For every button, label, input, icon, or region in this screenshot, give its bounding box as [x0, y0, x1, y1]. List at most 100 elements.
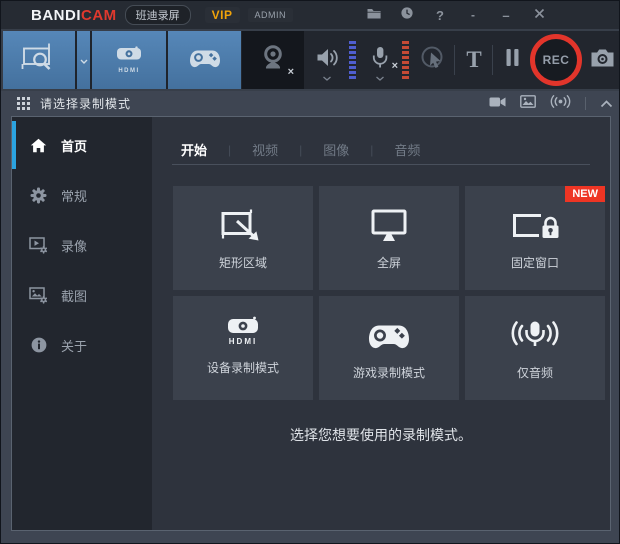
- logo-text-cam: CAM: [81, 7, 117, 24]
- webcam-overlay-button[interactable]: ×: [242, 31, 304, 89]
- help-button[interactable]: ?: [432, 5, 448, 25]
- video-capture-icon[interactable]: [489, 95, 506, 113]
- fullscreen-monitor-icon: [366, 207, 412, 245]
- tab-image[interactable]: 图像: [315, 140, 357, 159]
- vip-badge[interactable]: VIP: [205, 7, 240, 23]
- camera-icon: [590, 48, 615, 73]
- sidebar-item-label: 截图: [61, 286, 87, 305]
- game-recording-mode-button[interactable]: [168, 31, 241, 89]
- device-recording-mode-button[interactable]: HDMI: [92, 31, 166, 89]
- tile-fullscreen[interactable]: 全屏: [319, 186, 459, 290]
- screenshot-button[interactable]: [586, 31, 618, 89]
- sidebar: 首页 常规 录像 截图 关于: [12, 117, 152, 530]
- logo-text-bandi: BANDI: [31, 7, 81, 24]
- tab-separator: |: [228, 143, 231, 157]
- sidebar-item-about[interactable]: 关于: [12, 320, 152, 370]
- tile-rectangle-region[interactable]: 矩形区域: [173, 186, 313, 290]
- sidebar-item-label: 录像: [61, 236, 87, 255]
- schedule-button[interactable]: [399, 5, 415, 25]
- main-pane: 开始 | 视频 | 图像 | 音频: [152, 117, 610, 530]
- tile-label: 全屏: [377, 254, 401, 271]
- open-folder-button[interactable]: [366, 5, 382, 25]
- settings-tabs: 开始 | 视频 | 图像 | 音频: [172, 135, 590, 165]
- recording-mode-buttons: HDMI: [3, 31, 241, 89]
- audio-only-mic-icon: [509, 317, 561, 355]
- broadcast-icon[interactable]: [550, 95, 571, 113]
- sidebar-item-screenshot[interactable]: 截图: [12, 270, 152, 320]
- tab-audio[interactable]: 音频: [386, 140, 428, 159]
- text-overlay-button[interactable]: T: [458, 31, 490, 89]
- mouse-click-icon: [419, 44, 447, 76]
- tile-device-recording[interactable]: HDMI 设备录制模式: [173, 296, 313, 400]
- tile-game-recording[interactable]: 游戏录制模式: [319, 296, 459, 400]
- toolbar-tools-panel: × ×: [241, 31, 619, 89]
- hdmi-device-icon: [114, 46, 144, 66]
- bandicam-window: BANDICAM 班迪录屏 VIP ADMIN ? - –: [0, 0, 620, 544]
- image-capture-icon[interactable]: [520, 95, 536, 113]
- gamepad-icon: [188, 46, 222, 75]
- bandicam-logo: BANDICAM: [31, 7, 117, 24]
- hdmi-device-icon: HDMI: [223, 312, 263, 350]
- titlebar-controls: ? - –: [366, 1, 547, 29]
- new-badge: NEW: [565, 186, 605, 202]
- gear-icon: [29, 187, 48, 204]
- speaker-level-meter: [349, 41, 356, 79]
- webcam-icon: [258, 44, 288, 76]
- tab-start[interactable]: 开始: [172, 140, 215, 159]
- tile-label: 矩形区域: [219, 254, 267, 271]
- admin-badge: ADMIN: [248, 8, 294, 22]
- hide-to-tray-button[interactable]: -: [465, 5, 481, 25]
- mic-disabled-x-icon: ×: [392, 61, 398, 72]
- tile-label: 设备录制模式: [207, 359, 279, 376]
- pause-icon: [505, 48, 520, 72]
- gamepad-icon: [366, 317, 412, 355]
- toolbar-separator: [492, 45, 493, 75]
- sidebar-item-general[interactable]: 常规: [12, 170, 152, 220]
- sidebar-item-label: 首页: [61, 136, 87, 155]
- tile-label: 固定窗口: [511, 254, 559, 271]
- mic-level-meter: [402, 41, 409, 79]
- content-area: 首页 常规 录像 截图 关于: [11, 116, 611, 531]
- pause-button[interactable]: [496, 31, 528, 89]
- recording-mode-tiles: 矩形区域 全屏 NEW: [173, 186, 605, 400]
- mode-hint-text: 选择您想要使用的录制模式。: [152, 425, 610, 445]
- tile-fixed-window[interactable]: NEW 固定窗口: [465, 186, 605, 290]
- fixed-window-lock-icon: [511, 207, 559, 245]
- tab-separator: |: [299, 143, 302, 157]
- hdmi-label: HDMI: [118, 68, 139, 74]
- rectangle-region-icon: [220, 207, 266, 245]
- folder-icon: [367, 6, 381, 24]
- toolbar-separator: [454, 45, 455, 75]
- grid-icon: [17, 97, 30, 110]
- video-settings-icon: [29, 237, 48, 254]
- header-quick-icons: [489, 95, 613, 113]
- rec-button[interactable]: REC: [530, 34, 582, 86]
- header-separator: [585, 97, 586, 110]
- sidebar-item-video[interactable]: 录像: [12, 220, 152, 270]
- close-icon: [534, 6, 545, 24]
- clock-icon: [400, 6, 414, 25]
- tile-label: 仅音频: [517, 364, 553, 381]
- tab-separator: |: [370, 143, 373, 157]
- tile-audio-only[interactable]: 仅音频: [465, 296, 605, 400]
- minimize-button[interactable]: –: [498, 5, 514, 25]
- mic-dropdown-chevron-icon[interactable]: [376, 68, 385, 86]
- info-icon: [29, 337, 48, 353]
- section-title: 请选择录制模式: [40, 95, 131, 112]
- mouse-click-effect-button[interactable]: [414, 31, 452, 89]
- tab-video[interactable]: 视频: [244, 140, 286, 159]
- sidebar-item-label: 关于: [61, 336, 87, 355]
- speaker-sound-button[interactable]: [307, 31, 347, 89]
- app-name-badge: 班迪录屏: [125, 5, 191, 25]
- microphone-button[interactable]: ×: [359, 31, 401, 89]
- sidebar-item-home[interactable]: 首页: [12, 120, 152, 170]
- body-frame: 首页 常规 录像 截图 关于: [1, 116, 619, 543]
- screenshot-settings-icon: [29, 287, 48, 304]
- close-button[interactable]: [531, 5, 547, 25]
- region-mode-dropdown-button[interactable]: [77, 31, 90, 89]
- rectangle-region-mode-button[interactable]: [3, 31, 75, 89]
- collapse-panel-button[interactable]: [600, 95, 613, 113]
- speaker-dropdown-chevron-icon[interactable]: [323, 68, 332, 86]
- chevron-down-icon: [80, 51, 88, 69]
- chevron-up-icon: [600, 95, 613, 112]
